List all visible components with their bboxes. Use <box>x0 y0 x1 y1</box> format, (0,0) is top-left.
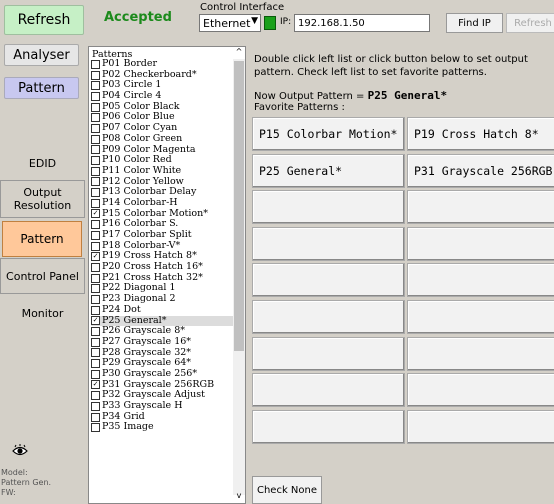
favorite-checkbox[interactable] <box>91 241 100 251</box>
side-item-edid[interactable]: EDID <box>0 150 85 176</box>
favorite-checkbox[interactable] <box>91 412 100 422</box>
side-item-pattern[interactable]: Pattern <box>2 221 82 257</box>
favorite-checkbox[interactable] <box>91 401 100 411</box>
favorite-pattern-button[interactable] <box>407 373 554 408</box>
pattern-label: P11 Color White <box>102 164 182 176</box>
pattern-label: P35 Image <box>102 421 154 433</box>
favorite-pattern-button[interactable] <box>252 190 405 225</box>
pattern-list-item[interactable]: P27 Grayscale 16* <box>91 335 233 348</box>
pattern-list-item[interactable]: P08 Color Green <box>91 132 233 145</box>
ip-label: IP: <box>280 17 292 27</box>
pattern-label: P08 Color Green <box>102 132 183 144</box>
favorite-checkbox[interactable] <box>91 166 100 176</box>
favorite-pattern-button[interactable] <box>407 226 554 261</box>
favorite-checkbox[interactable] <box>91 220 100 230</box>
favorite-checkbox[interactable]: ✓ <box>91 380 100 390</box>
now-output-value: P25 General* <box>367 89 448 102</box>
favorite-checkbox[interactable] <box>91 262 100 272</box>
pattern-list-item[interactable]: P35 Image <box>91 422 233 433</box>
tab-analyser[interactable]: Analyser <box>4 44 79 66</box>
control-interface-label: Control Interface <box>200 2 285 13</box>
favorite-checkbox[interactable] <box>91 327 100 337</box>
connection-status: Accepted <box>104 10 172 25</box>
connection-indicator <box>264 16 276 30</box>
favorite-pattern-button[interactable] <box>252 263 405 298</box>
favorite-checkbox[interactable] <box>91 102 100 112</box>
favorite-checkbox[interactable] <box>91 145 100 155</box>
favorite-checkbox[interactable]: ✓ <box>91 252 100 262</box>
ip-refresh-button[interactable]: Refresh <box>506 13 554 33</box>
now-output-line: Now Output Pattern = P25 General* <box>254 89 447 102</box>
favorite-pattern-button[interactable] <box>252 300 405 334</box>
favorite-checkbox[interactable] <box>91 134 100 144</box>
favorite-checkbox[interactable] <box>91 198 100 208</box>
favorite-checkbox[interactable] <box>91 81 100 91</box>
favorite-pattern-button[interactable] <box>407 336 554 371</box>
favorite-checkbox[interactable] <box>91 273 100 283</box>
favorite-checkbox[interactable] <box>91 113 100 123</box>
favorite-pattern-button[interactable]: P31 Grayscale 256RGB <box>407 153 554 188</box>
interface-value: Ethernet <box>203 16 251 30</box>
scroll-up-icon[interactable]: ^ <box>233 47 245 59</box>
favorite-pattern-button[interactable]: P25 General* <box>252 153 405 188</box>
favorite-checkbox[interactable] <box>91 284 100 294</box>
favorite-checkbox[interactable] <box>91 359 100 369</box>
scroll-down-icon[interactable]: v <box>233 491 245 503</box>
pattern-list-item[interactable]: P11 Color White <box>91 164 233 177</box>
side-item-monitor[interactable]: Monitor <box>0 298 85 328</box>
favorite-checkbox[interactable] <box>91 177 100 187</box>
favorite-checkbox[interactable] <box>91 391 100 401</box>
favorite-checkbox[interactable] <box>91 91 100 101</box>
pattern-label: P24 Dot <box>102 303 141 315</box>
eye-icon[interactable] <box>12 443 28 462</box>
favorite-checkbox[interactable]: ✓ <box>91 316 100 326</box>
favorite-pattern-button[interactable]: P19 Cross Hatch 8* <box>407 117 554 151</box>
fw-label: FW: <box>1 488 16 497</box>
favorite-pattern-button[interactable] <box>407 263 554 298</box>
favorite-pattern-button[interactable] <box>252 373 405 408</box>
favorite-checkbox[interactable] <box>91 188 100 198</box>
scrollbar-thumb[interactable] <box>234 61 244 351</box>
pattern-label: P27 Grayscale 16* <box>102 335 192 347</box>
favorite-checkbox[interactable] <box>91 59 100 69</box>
now-output-label: Now Output Pattern = <box>254 91 368 102</box>
favorite-checkbox[interactable] <box>91 348 100 358</box>
favorite-pattern-button[interactable] <box>252 226 405 261</box>
favorite-pattern-button[interactable] <box>407 409 554 444</box>
favorite-checkbox[interactable] <box>91 70 100 80</box>
favorite-checkbox[interactable] <box>91 305 100 315</box>
patterns-list[interactable]: Patterns ^ v P01 Border P02 Checkerboard*… <box>88 46 246 504</box>
favorite-pattern-button[interactable] <box>252 409 405 444</box>
dropdown-arrow-icon: ▼ <box>251 16 258 26</box>
favorite-pattern-button[interactable] <box>407 300 554 334</box>
favorite-checkbox[interactable]: ✓ <box>91 209 100 219</box>
favorite-checkbox[interactable] <box>91 123 100 133</box>
side-item-control-panel[interactable]: Control Panel <box>0 258 85 294</box>
model-info: Model: Pattern Gen. FW: <box>1 468 51 498</box>
favorite-pattern-button[interactable] <box>407 190 554 225</box>
favorite-checkbox[interactable] <box>91 294 100 304</box>
pattern-list-item[interactable]: P24 Dot <box>91 303 233 316</box>
favorite-pattern-button[interactable]: P15 Colorbar Motion* <box>252 117 405 151</box>
favorite-checkbox[interactable] <box>91 230 100 240</box>
ip-input[interactable]: 192.168.1.50 <box>294 14 430 32</box>
favorite-checkbox[interactable] <box>91 423 100 433</box>
favorite-label: Favorite Patterns : <box>254 102 345 113</box>
favorite-checkbox[interactable] <box>91 337 100 347</box>
tab-pattern[interactable]: Pattern <box>4 77 79 99</box>
find-ip-button[interactable]: Find IP <box>446 13 503 33</box>
instructions-text: Double click left list or click button b… <box>254 54 528 78</box>
model-label: Model: <box>1 468 28 477</box>
favorite-checkbox[interactable] <box>91 369 100 379</box>
model-value: Pattern Gen. <box>1 478 52 487</box>
refresh-button[interactable]: Refresh <box>4 5 84 35</box>
side-item-output-resolution[interactable]: Output Resolution <box>0 180 85 218</box>
interface-select[interactable]: Ethernet ▼ <box>199 14 261 32</box>
favorite-checkbox[interactable] <box>91 156 100 166</box>
favorite-pattern-button[interactable] <box>252 336 405 371</box>
